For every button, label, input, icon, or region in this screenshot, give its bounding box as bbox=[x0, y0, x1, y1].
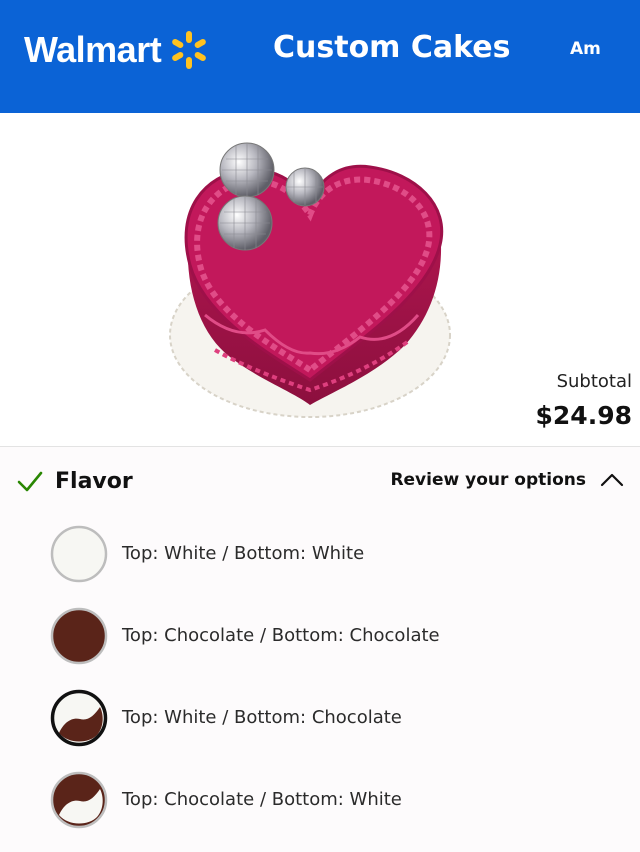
walmart-logo[interactable]: Walmart bbox=[24, 28, 211, 72]
product-summary: Subtotal $24.98 bbox=[0, 113, 640, 447]
chevron-up-icon bbox=[600, 473, 624, 487]
flavor-section-header: Flavor Review your options bbox=[0, 446, 640, 518]
flavor-option-white-chocolate[interactable]: Top: White / Bottom: Chocolate bbox=[0, 682, 640, 752]
flavor-option-label: Top: White / Bottom: Chocolate bbox=[122, 707, 402, 728]
white-chocolate-swatch-icon bbox=[50, 689, 108, 747]
review-options-toggle[interactable]: Review your options bbox=[390, 470, 624, 490]
subtotal-value: $24.98 bbox=[535, 401, 632, 430]
white-white-swatch-icon bbox=[50, 525, 108, 583]
flavor-option-label: Top: White / Bottom: White bbox=[122, 543, 365, 564]
cake-image bbox=[169, 142, 451, 418]
user-menu[interactable]: Am bbox=[570, 39, 601, 59]
flavor-option-chocolate-white[interactable]: Top: Chocolate / Bottom: White bbox=[0, 764, 640, 834]
flavor-option-white-white[interactable]: Top: White / Bottom: White bbox=[0, 518, 640, 588]
review-options-label: Review your options bbox=[390, 470, 586, 490]
flavor-option-chocolate-chocolate[interactable]: Top: Chocolate / Bottom: Chocolate bbox=[0, 600, 640, 670]
flavor-option-label: Top: Chocolate / Bottom: Chocolate bbox=[122, 625, 440, 646]
brand-name: Walmart bbox=[24, 29, 162, 70]
spark-icon bbox=[172, 31, 207, 69]
subtotal-label: Subtotal bbox=[556, 371, 632, 392]
check-icon bbox=[17, 471, 43, 492]
chocolate-chocolate-swatch-icon bbox=[50, 607, 108, 665]
chocolate-white-swatch-icon bbox=[50, 771, 108, 829]
page-title: Custom Cakes bbox=[273, 30, 511, 65]
app-header: Walmart Custom Cakes Am bbox=[0, 0, 640, 113]
section-title: Flavor bbox=[55, 469, 133, 494]
flavor-option-label: Top: Chocolate / Bottom: White bbox=[122, 789, 402, 810]
